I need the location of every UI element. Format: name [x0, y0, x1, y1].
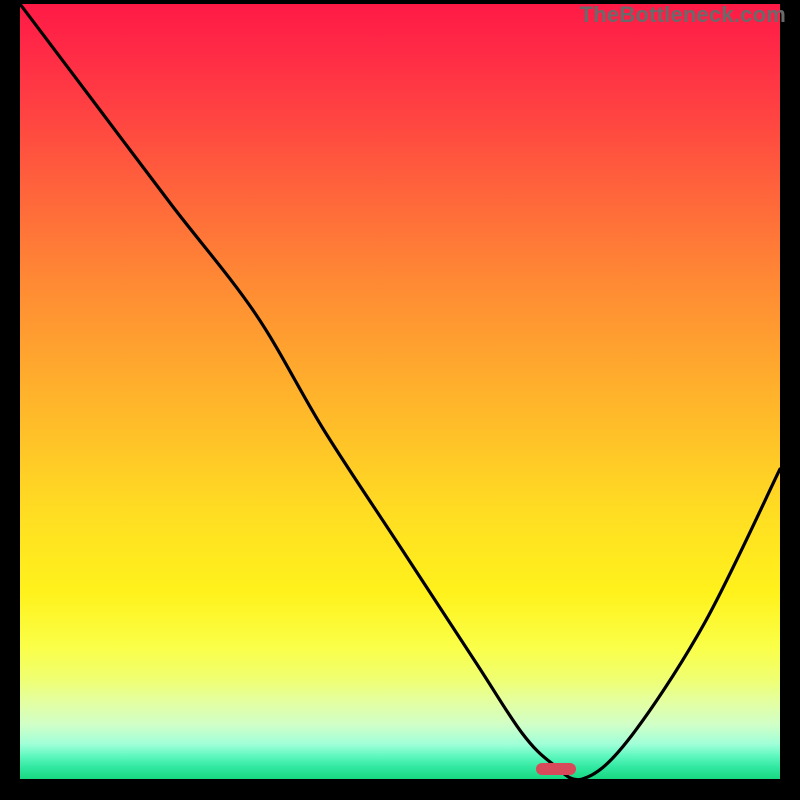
- optimal-marker: [536, 763, 576, 775]
- plot-area: [20, 4, 780, 779]
- bottleneck-chart: TheBottleneck.com: [0, 0, 800, 800]
- curve-layer: [20, 4, 780, 779]
- bottleneck-curve-path: [20, 4, 780, 779]
- watermark-text: TheBottleneck.com: [580, 2, 786, 28]
